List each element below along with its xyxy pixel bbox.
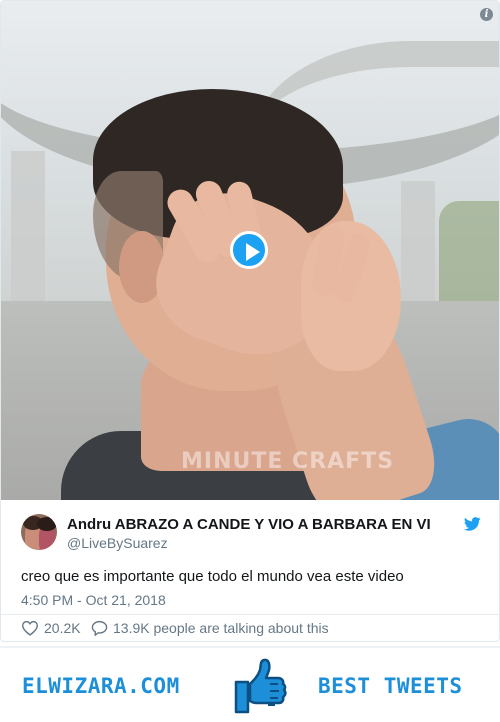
thumbs-up-icon bbox=[234, 658, 287, 714]
info-icon[interactable]: i bbox=[480, 8, 493, 21]
promo-footer: ELWIZARA.COM BEST TWEETS bbox=[0, 646, 500, 722]
twitter-bird-icon[interactable] bbox=[464, 517, 481, 531]
tweet-timestamp[interactable]: 4:50 PM - Oct 21, 2018 bbox=[21, 592, 166, 608]
best-tweets-label: BEST TWEETS bbox=[318, 674, 463, 698]
like-count[interactable]: 20.2K bbox=[44, 620, 81, 636]
video-thumbnail[interactable]: MINUTE CRAFTS i bbox=[1, 1, 499, 500]
divider bbox=[1, 614, 499, 615]
embedded-tweet-card: MINUTE CRAFTS i Andru ABRAZO A CANDE Y V… bbox=[0, 0, 500, 642]
display-name[interactable]: Andru ABRAZO A CANDE Y VIO A BARBARA EN … bbox=[67, 516, 475, 533]
site-name[interactable]: ELWIZARA.COM bbox=[22, 674, 180, 698]
heart-icon[interactable] bbox=[21, 620, 39, 636]
play-icon bbox=[246, 243, 260, 261]
play-button[interactable] bbox=[230, 231, 268, 269]
background-pillar bbox=[11, 151, 45, 321]
talking-count[interactable]: 13.9K people are talking about this bbox=[113, 620, 329, 636]
avatar[interactable] bbox=[21, 514, 57, 550]
tweet-text: creo que es importante que todo el mundo… bbox=[21, 568, 404, 585]
tweet-header: Andru ABRAZO A CANDE Y VIO A BARBARA EN … bbox=[21, 514, 491, 554]
reply-icon[interactable] bbox=[91, 620, 108, 636]
avatar-hair bbox=[37, 517, 57, 531]
video-watermark: MINUTE CRAFTS bbox=[181, 449, 395, 474]
user-handle[interactable]: @LiveBySuarez bbox=[67, 535, 168, 551]
